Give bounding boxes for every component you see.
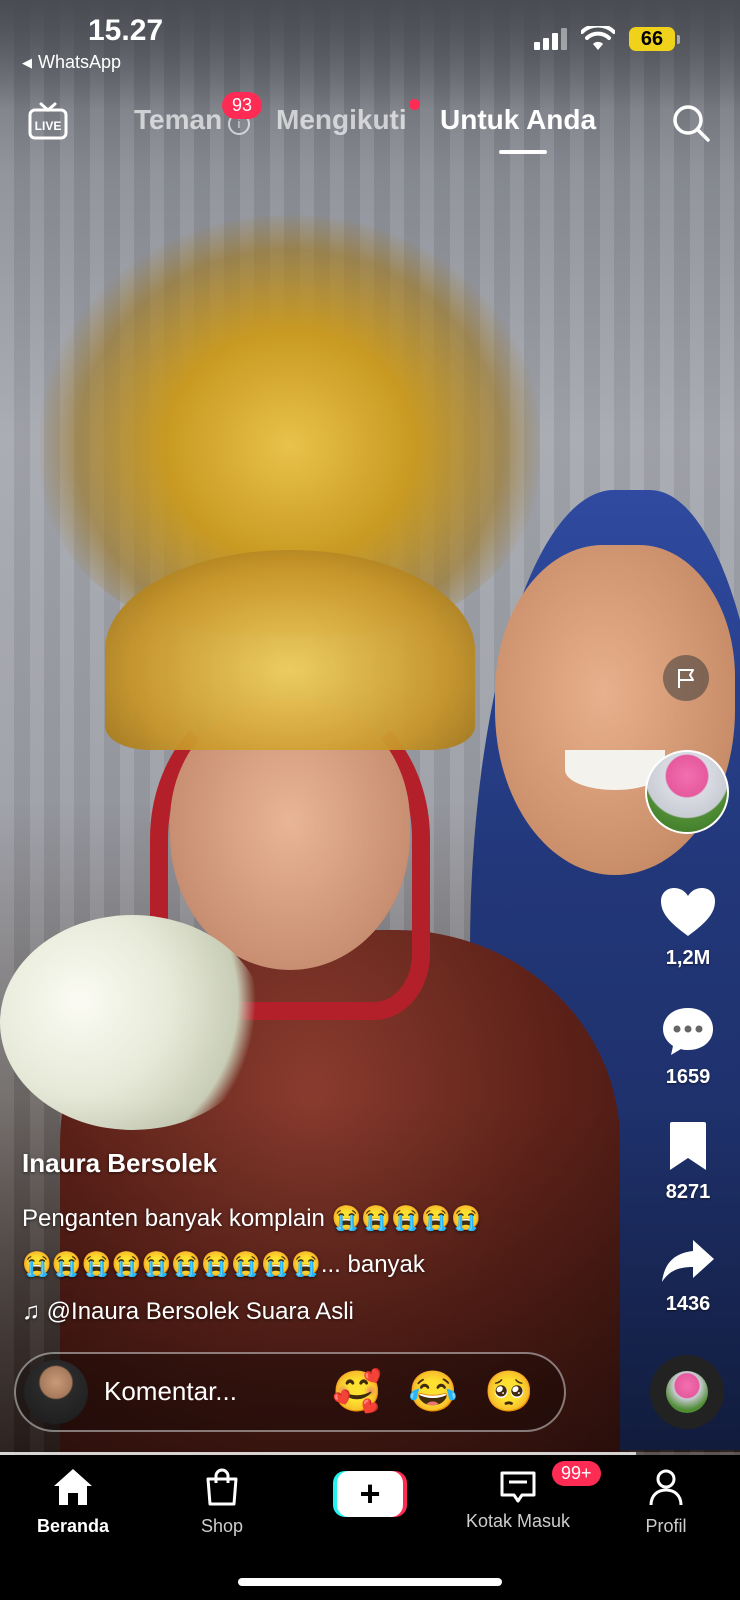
creator-avatar[interactable] — [645, 750, 729, 834]
heart-icon — [661, 888, 715, 936]
nav-create[interactable]: + — [310, 1471, 430, 1517]
status-time: 15.27 — [88, 14, 164, 47]
back-to-app-link[interactable]: ◀ WhatsApp — [22, 52, 121, 73]
comment-input-bar[interactable]: Komentar... 🥰 😂 🥺 — [14, 1352, 566, 1432]
shopping-bag-icon — [206, 1468, 238, 1506]
sound-link[interactable]: ♫ @Inaura Bersolek Suara Asli — [22, 1298, 354, 1326]
comment-count: 1659 — [665, 1066, 711, 1088]
back-app-label: WhatsApp — [38, 52, 122, 72]
search-icon[interactable] — [670, 102, 712, 144]
nav-kotak-masuk[interactable]: 99+ Kotak Masuk — [458, 1461, 601, 1532]
comment-bubble-icon — [663, 1008, 713, 1055]
tab-untuk-anda[interactable]: Untuk Anda — [440, 104, 596, 136]
quick-emoji-tears-of-joy[interactable]: 😂 — [408, 1368, 458, 1416]
share-count: 1436 — [665, 1293, 711, 1315]
music-disc[interactable] — [650, 1355, 724, 1429]
bride-crown-front — [105, 550, 475, 750]
report-flag-button[interactable] — [663, 655, 709, 701]
live-label: LIVE — [35, 119, 62, 133]
comment-button[interactable]: 1659 — [650, 1005, 726, 1089]
tiktok-feed-screen: 15.27 ◀ WhatsApp 66 LIVE Teman Mengikuti — [0, 0, 740, 1600]
caption-line-2[interactable]: 😭😭😭😭😭😭😭😭😭😭... banyak — [22, 1250, 425, 1279]
inbox-badge: 99+ — [552, 1461, 601, 1486]
nav-profil[interactable]: Profil — [606, 1467, 726, 1537]
flower-bouquet — [0, 915, 265, 1130]
wifi-icon — [581, 26, 615, 50]
tab-untuk-anda-label: Untuk Anda — [440, 104, 597, 135]
teman-badge: 93 — [222, 92, 263, 119]
caption-line-1: Penganten banyak komplain 😭😭😭😭😭 — [22, 1205, 481, 1232]
bookmark-button[interactable]: 8271 — [650, 1120, 726, 1204]
live-tv-icon[interactable]: LIVE — [28, 102, 68, 140]
bookmark-icon — [670, 1122, 706, 1170]
mengikuti-notification-dot — [409, 99, 420, 110]
active-tab-indicator — [499, 150, 547, 154]
share-button[interactable]: 1436 — [650, 1238, 726, 1316]
home-indicator[interactable] — [238, 1578, 502, 1586]
nav-beranda-label: Beranda — [36, 1516, 110, 1536]
my-avatar — [24, 1360, 88, 1424]
tab-teman[interactable]: Teman — [134, 104, 222, 136]
nav-shop-label: Shop — [200, 1516, 244, 1536]
nav-beranda[interactable]: Beranda — [13, 1467, 133, 1537]
nav-shop[interactable]: Shop — [162, 1467, 282, 1537]
share-arrow-icon — [662, 1240, 714, 1282]
creator-username[interactable]: Inaura Bersolek — [22, 1148, 217, 1179]
tab-mengikuti[interactable]: Mengikuti — [276, 104, 407, 136]
quick-emoji-smiling-hearts[interactable]: 🥰 — [332, 1368, 382, 1416]
video-player[interactable] — [0, 0, 740, 1460]
tab-teman-label: Teman — [134, 104, 223, 135]
profile-icon — [649, 1469, 683, 1506]
comment-input[interactable]: Komentar... — [104, 1376, 237, 1407]
music-disc-avatar — [666, 1371, 708, 1413]
cellular-signal-icon — [534, 28, 567, 50]
battery-level: 66 — [629, 27, 675, 51]
back-triangle-icon: ◀ — [22, 54, 32, 70]
plus-icon: + — [333, 1471, 407, 1517]
tab-mengikuti-label: Mengikuti — [276, 104, 407, 135]
quick-emoji-pleading[interactable]: 🥺 — [484, 1368, 534, 1416]
battery-icon: 66 — [629, 27, 680, 51]
nav-kotak-masuk-label: Kotak Masuk — [465, 1511, 571, 1531]
like-button[interactable]: 1,2M — [650, 886, 726, 970]
status-indicators: 66 — [534, 26, 680, 52]
home-icon — [54, 1469, 92, 1505]
nav-profil-label: Profil — [645, 1516, 687, 1536]
bookmark-count: 8271 — [665, 1181, 711, 1203]
flag-icon — [678, 669, 694, 688]
inbox-icon — [500, 1471, 536, 1503]
like-count: 1,2M — [665, 947, 711, 969]
